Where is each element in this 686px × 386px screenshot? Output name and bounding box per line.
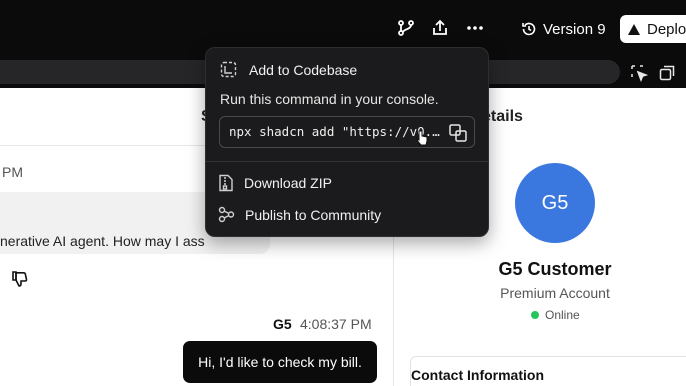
publish-label: Publish to Community: [245, 206, 382, 223]
mouse-pointer-icon: [415, 130, 429, 146]
branch-icon[interactable]: [395, 17, 417, 39]
share-icon[interactable]: [429, 17, 451, 39]
message-timestamp: 4:08:37 PM: [300, 316, 372, 332]
menu-item-download-zip[interactable]: Download ZIP: [218, 174, 332, 192]
history-icon: [522, 22, 536, 36]
zip-file-icon: [219, 174, 233, 192]
bot-message-text: nerative AI agent. How may I ass: [0, 233, 205, 249]
share-menu: Add to Codebase Run this command in your…: [205, 47, 489, 237]
user-message-text: Hi, I'd like to check my bill.: [198, 354, 362, 370]
copy-icon[interactable]: [448, 123, 468, 143]
deploy-label: Deplo: [647, 20, 686, 38]
add-to-codebase-label: Add to Codebase: [249, 61, 358, 78]
avatar: G5: [515, 163, 595, 243]
download-zip-label: Download ZIP: [244, 175, 332, 191]
command-text: npx shadcn add "https://v0.dev/chat/b/…": [229, 124, 441, 139]
deploy-button[interactable]: Deplo: [620, 15, 686, 43]
command-field[interactable]: npx shadcn add "https://v0.dev/chat/b/…": [219, 116, 475, 148]
contact-heading: Contact Information: [411, 367, 544, 383]
menu-caption: Run this command in your console.: [220, 91, 439, 107]
thumbs-down-icon[interactable]: [11, 270, 29, 288]
version-label: Version 9: [543, 20, 606, 38]
avatar-initials: G5: [541, 191, 569, 214]
message-time: PM: [2, 164, 23, 180]
triangle-icon: [628, 23, 640, 35]
version-selector[interactable]: Version 9: [521, 17, 606, 41]
open-new-window-icon[interactable]: [658, 64, 676, 82]
community-icon: [218, 206, 235, 223]
menu-item-add-to-codebase[interactable]: Add to Codebase: [220, 61, 357, 78]
sender-name: G5: [273, 316, 292, 332]
menu-item-publish[interactable]: Publish to Community: [218, 206, 381, 223]
more-icon[interactable]: [464, 17, 486, 39]
menu-separator: [206, 161, 488, 162]
codebase-icon: [220, 61, 237, 78]
status-badge: Online: [531, 308, 580, 322]
customer-name: G5 Customer: [498, 259, 612, 279]
account-type: Premium Account: [500, 285, 610, 301]
user-message-bubble: Hi, I'd like to check my bill.: [183, 341, 377, 383]
online-dot-icon: [531, 311, 539, 319]
status-label: Online: [545, 308, 580, 322]
select-cursor-icon[interactable]: [630, 64, 648, 82]
